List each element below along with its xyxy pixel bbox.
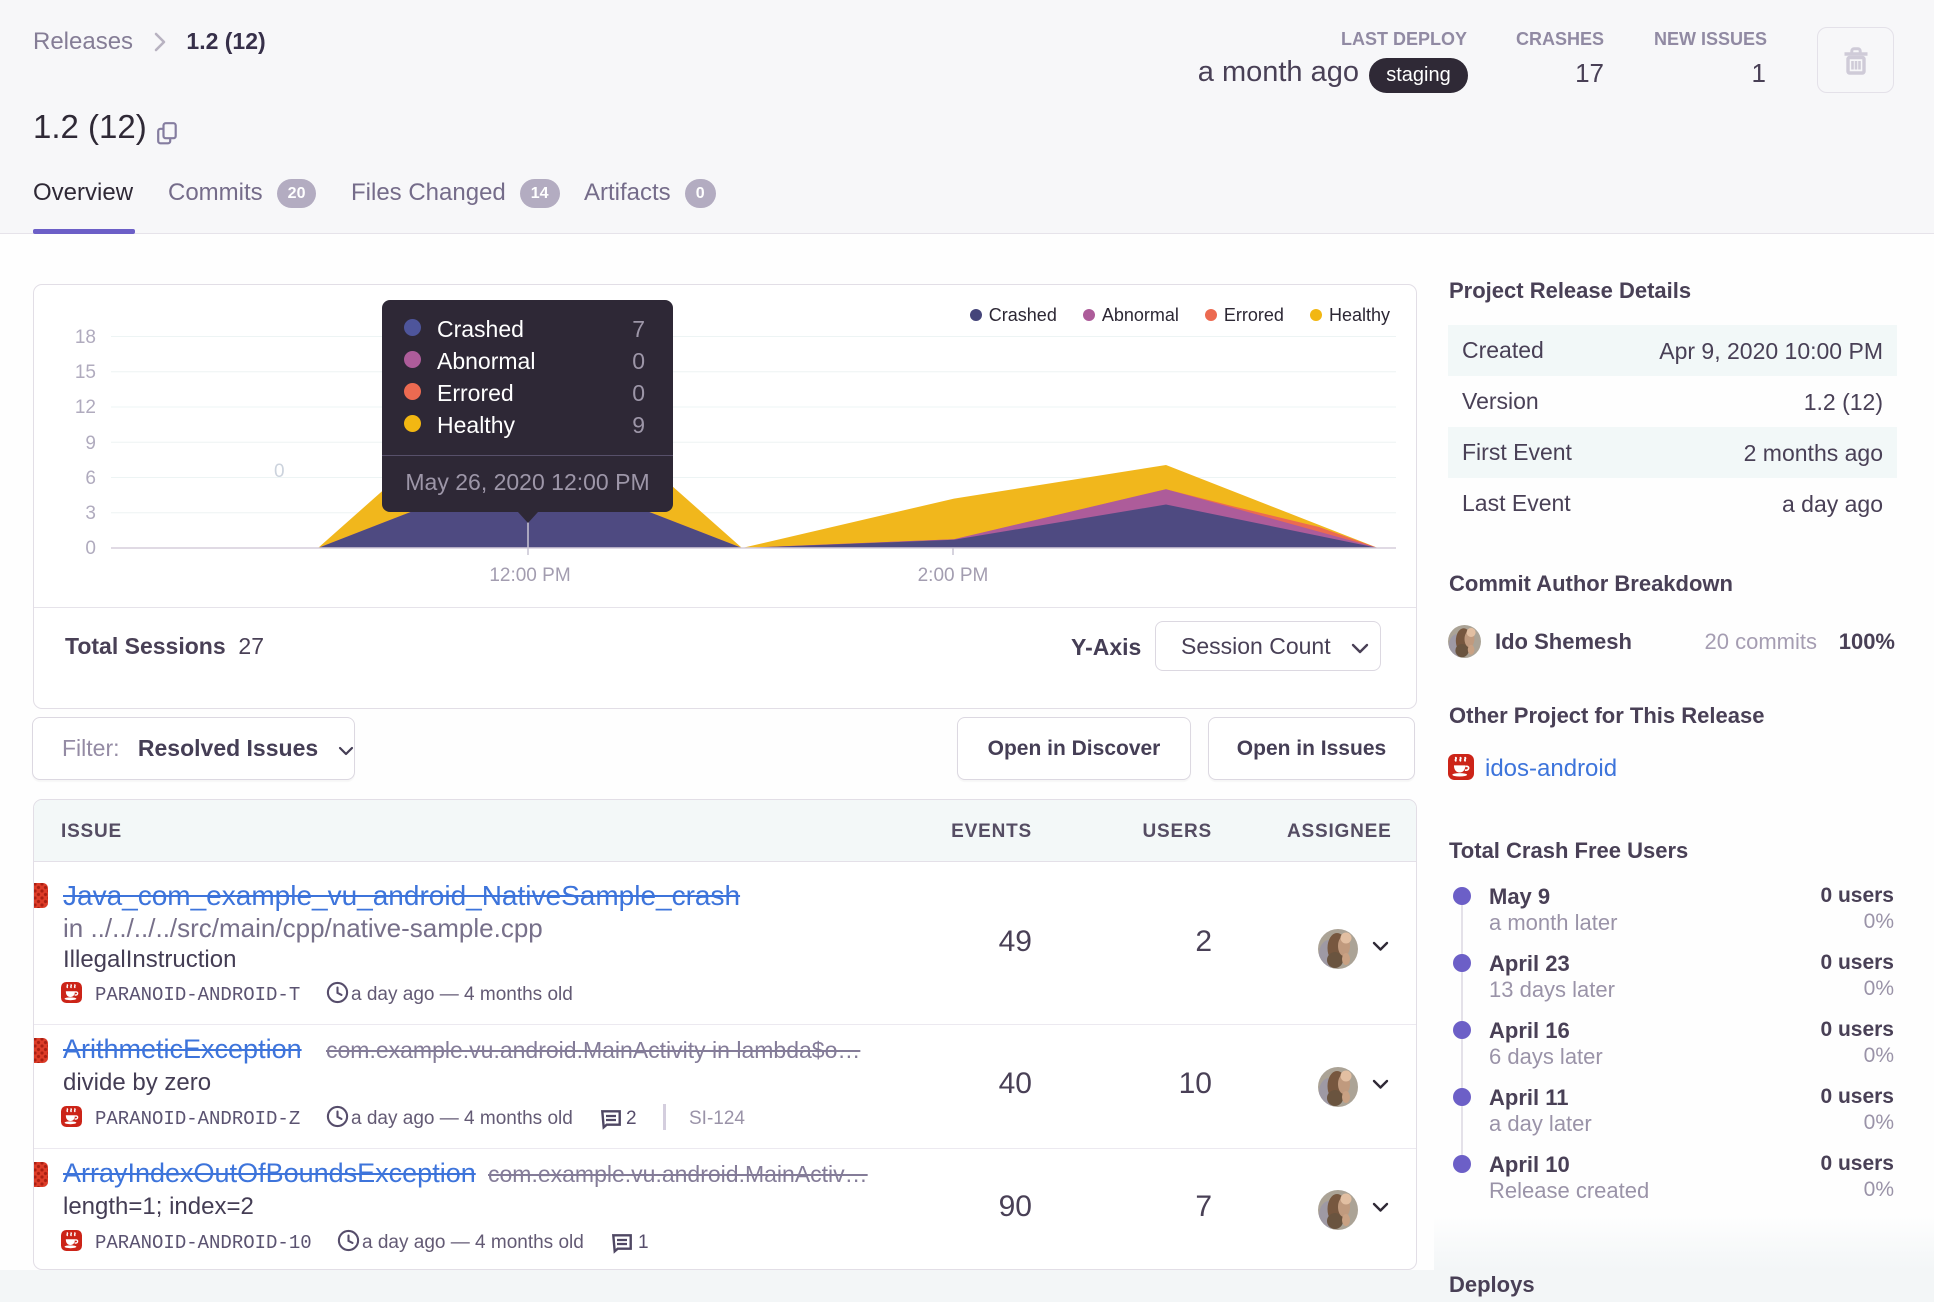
svg-text:12:00 PM: 12:00 PM [489, 565, 570, 586]
svg-text:3: 3 [85, 503, 96, 524]
svg-text:2:00 PM: 2:00 PM [918, 565, 989, 586]
svg-text:9: 9 [85, 433, 96, 454]
svg-text:15: 15 [75, 362, 96, 383]
svg-text:0: 0 [85, 538, 96, 559]
svg-text:18: 18 [75, 327, 96, 348]
svg-text:12: 12 [75, 397, 96, 418]
svg-text:0: 0 [274, 461, 285, 482]
svg-text:6: 6 [85, 468, 96, 489]
